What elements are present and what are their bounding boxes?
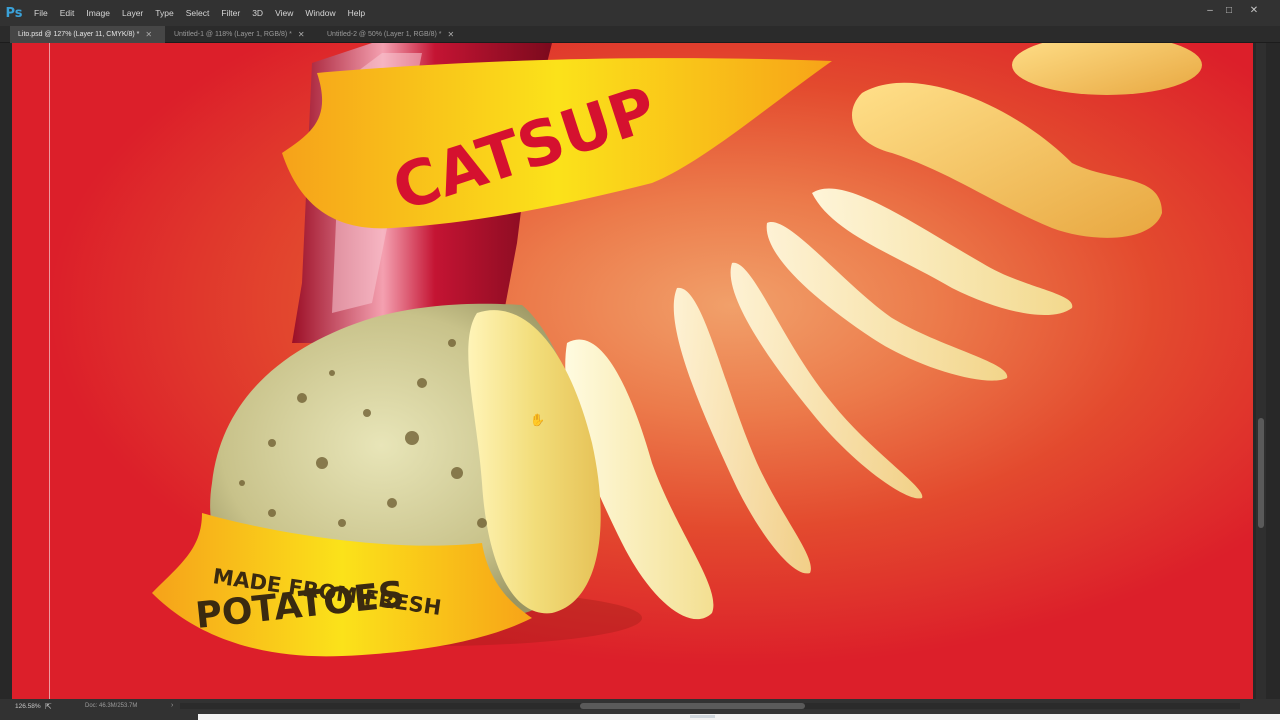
vertical-scrollbar[interactable]	[1256, 43, 1266, 699]
document-tab-bar: Lito.psd @ 127% (Layer 11, CMYK/8) * ✕ U…	[0, 26, 1280, 43]
menu-type[interactable]: Type	[149, 0, 179, 26]
menu-layer[interactable]: Layer	[116, 0, 149, 26]
close-tab-icon[interactable]: ✕	[298, 26, 305, 43]
zoom-level[interactable]: 126.58%	[15, 703, 41, 710]
menu-bar: Ps File Edit Image Layer Type Select Fil…	[0, 0, 1280, 26]
menu-window[interactable]: Window	[299, 0, 341, 26]
tab-label: Untitled-2 @ 50% (Layer 1, RGB/8) *	[327, 31, 442, 38]
hand-icon: ✋	[530, 413, 545, 427]
vertical-scrollbar-thumb[interactable]	[1258, 418, 1264, 528]
document-canvas-area[interactable]: CATSUP MADE FROM FRESH POTATOES ✋	[0, 43, 1280, 699]
taskbar-edge	[198, 714, 1280, 720]
menu-filter[interactable]: Filter	[215, 0, 246, 26]
close-icon[interactable]: ✕	[1243, 0, 1265, 20]
maximize-icon[interactable]: □	[1218, 0, 1240, 20]
close-tab-icon[interactable]: ✕	[448, 26, 455, 43]
horizontal-scrollbar-thumb[interactable]	[580, 703, 805, 709]
menu-image[interactable]: Image	[80, 0, 116, 26]
potato-chip	[1012, 43, 1202, 95]
export-icon[interactable]: ⇱	[45, 702, 52, 711]
tab-label: Untitled-1 @ 118% (Layer 1, RGB/8) *	[174, 31, 292, 38]
menu-view[interactable]: View	[269, 0, 299, 26]
document-size: Doc: 46.3M/253.7M	[85, 703, 138, 709]
horizontal-scrollbar[interactable]	[180, 703, 1240, 709]
menu-edit[interactable]: Edit	[54, 0, 81, 26]
vertical-guide-line[interactable]	[49, 43, 50, 699]
menu-select[interactable]: Select	[180, 0, 216, 26]
photoshop-logo: Ps	[5, 5, 23, 21]
tab-label: Lito.psd @ 127% (Layer 11, CMYK/8) *	[18, 31, 140, 38]
tab-untitled-2[interactable]: Untitled-2 @ 50% (Layer 1, RGB/8) * ✕	[319, 26, 469, 43]
close-tab-icon[interactable]: ✕	[145, 26, 152, 43]
potato-slice	[673, 287, 811, 574]
artwork-canvas[interactable]: CATSUP MADE FROM FRESH POTATOES ✋	[12, 43, 1253, 699]
tab-untitled-1[interactable]: Untitled-1 @ 118% (Layer 1, RGB/8) * ✕	[166, 26, 318, 43]
artwork-illustration: CATSUP MADE FROM FRESH POTATOES	[152, 43, 1202, 657]
menu-help[interactable]: Help	[342, 0, 371, 26]
status-menu-arrow[interactable]: ›	[171, 702, 173, 709]
tab-lito-psd[interactable]: Lito.psd @ 127% (Layer 11, CMYK/8) * ✕	[10, 26, 165, 43]
menu-3d[interactable]: 3D	[246, 0, 269, 26]
panel-strip	[1266, 43, 1280, 699]
menu-file[interactable]: File	[28, 0, 54, 26]
taskbar-indicator	[690, 715, 715, 718]
photoshop-window: Ps File Edit Image Layer Type Select Fil…	[0, 0, 1280, 720]
